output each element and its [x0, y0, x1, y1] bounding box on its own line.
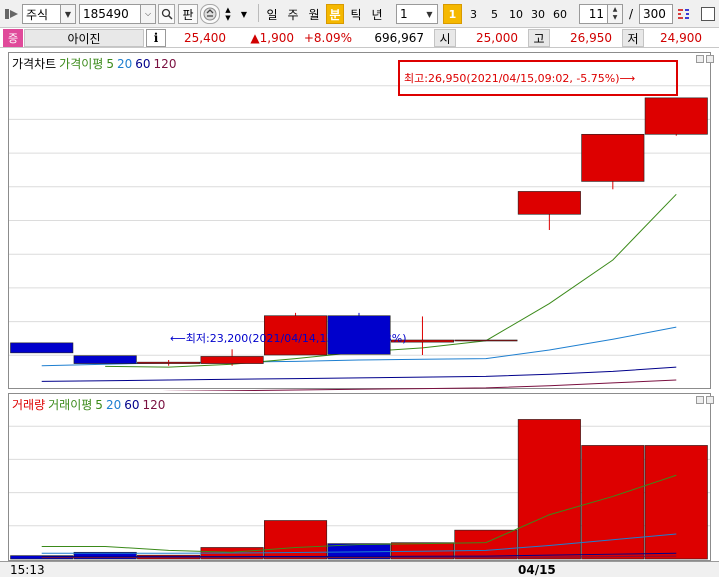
- axis-start-label: 15:13: [10, 563, 45, 577]
- chevron-down-icon[interactable]: ▼: [238, 4, 250, 24]
- candle-body: [73, 355, 137, 364]
- ma120-line: [162, 379, 677, 391]
- market-select-value: 주식: [26, 7, 49, 22]
- period-minute[interactable]: 분: [326, 4, 344, 24]
- candle-body: [200, 356, 264, 364]
- stock-info-button[interactable]: i: [146, 29, 166, 47]
- low-annotation: ⟵최저:23,200(2021/04/14,15:15, +9.48%): [170, 332, 407, 345]
- updown-stepper-icon[interactable]: ▲ ▼: [221, 4, 235, 24]
- price-chart-panel: 가격차트 가격이평 5 20 60 120 최고:26,950(2021/04/…: [0, 50, 719, 391]
- candle-body: [644, 97, 708, 135]
- code-input-value: 185490: [83, 7, 129, 21]
- interval-select-value: 1: [400, 7, 408, 21]
- search-icon[interactable]: [158, 4, 175, 24]
- high-label: 고: [528, 29, 550, 47]
- total-input[interactable]: 300: [639, 4, 673, 24]
- period-year[interactable]: 년: [368, 4, 386, 24]
- interval-60[interactable]: 60: [549, 4, 571, 24]
- price-change: ▲1,900: [250, 31, 294, 45]
- current-price: 25,400: [184, 31, 226, 45]
- watchlist-button[interactable]: 판: [178, 4, 198, 24]
- change-rate: +8.09%: [303, 31, 352, 45]
- interval-select[interactable]: 1 ▼: [396, 4, 438, 24]
- period-day[interactable]: 일: [263, 4, 281, 24]
- candle-body: [517, 191, 581, 215]
- chart-settings-icon[interactable]: [675, 4, 691, 24]
- candle-body: [137, 361, 201, 364]
- volume-chart-panel: 거래량 거래이평 5 20 60 120: [0, 391, 719, 561]
- link-arrow-icon[interactable]: [4, 4, 20, 24]
- interval-10[interactable]: 10: [505, 4, 527, 24]
- high-annotation: 최고:26,950(2021/04/15,09:02, -5.75%)⟶: [404, 72, 636, 85]
- chevron-down-icon[interactable]: ▼: [422, 5, 437, 23]
- candle-body: [454, 339, 518, 342]
- market-select[interactable]: 주식 ▼: [22, 4, 76, 24]
- open-label: 시: [434, 29, 456, 47]
- volume-bar: [644, 445, 708, 560]
- interval-3[interactable]: 3: [464, 4, 483, 24]
- toolbar: 주식 ▼ 185490 ⌵ 판 ▲ ▼ ▼ 일 주 월 분 틱 년 1 ▼ 1 3…: [0, 0, 719, 28]
- stock-name: 아이진: [24, 29, 144, 47]
- time-axis: 15:13 04/15: [0, 561, 719, 577]
- ma60-line: [41, 366, 677, 382]
- volume-bar: [264, 520, 328, 560]
- chevron-down-icon[interactable]: ⌵: [140, 5, 155, 23]
- divider: [258, 4, 259, 22]
- axis-date-label: 04/15: [518, 563, 556, 577]
- count-stepper-icon[interactable]: ▲ ▼: [607, 5, 622, 23]
- quote-bar: 증 아이진 i 25,400 ▲1,900 +8.09% 696,967 시 2…: [0, 28, 719, 48]
- open-price: 25,000: [476, 31, 518, 45]
- interval-1[interactable]: 1: [443, 4, 462, 24]
- count-input-value: 11: [588, 7, 604, 21]
- margin-badge: 증: [3, 29, 23, 47]
- candle-body: [10, 342, 74, 354]
- favorite-toggle-icon[interactable]: [200, 4, 220, 24]
- total-input-value: 300: [643, 7, 666, 21]
- interval-5[interactable]: 5: [485, 4, 504, 24]
- period-month[interactable]: 월: [305, 4, 323, 24]
- period-week[interactable]: 주: [284, 4, 302, 24]
- interval-30[interactable]: 30: [527, 4, 549, 24]
- volume-chart-svg: [9, 419, 710, 560]
- volume-bar: [454, 529, 518, 560]
- period-tick[interactable]: 틱: [347, 4, 365, 24]
- high-price: 26,950: [570, 31, 612, 45]
- low-price: 24,900: [660, 31, 702, 45]
- candle-body: [581, 133, 645, 182]
- volume-value: 696,967: [374, 31, 424, 45]
- volume-bar: [517, 419, 581, 560]
- low-label: 저: [622, 29, 644, 47]
- count-input[interactable]: 11 ▲ ▼: [579, 4, 623, 24]
- volume-ma5-line: [41, 474, 677, 553]
- chevron-down-icon[interactable]: ▼: [60, 5, 75, 23]
- count-separator: /: [628, 7, 634, 21]
- code-input[interactable]: 185490 ⌵: [79, 4, 156, 24]
- option-checkbox[interactable]: [701, 7, 715, 21]
